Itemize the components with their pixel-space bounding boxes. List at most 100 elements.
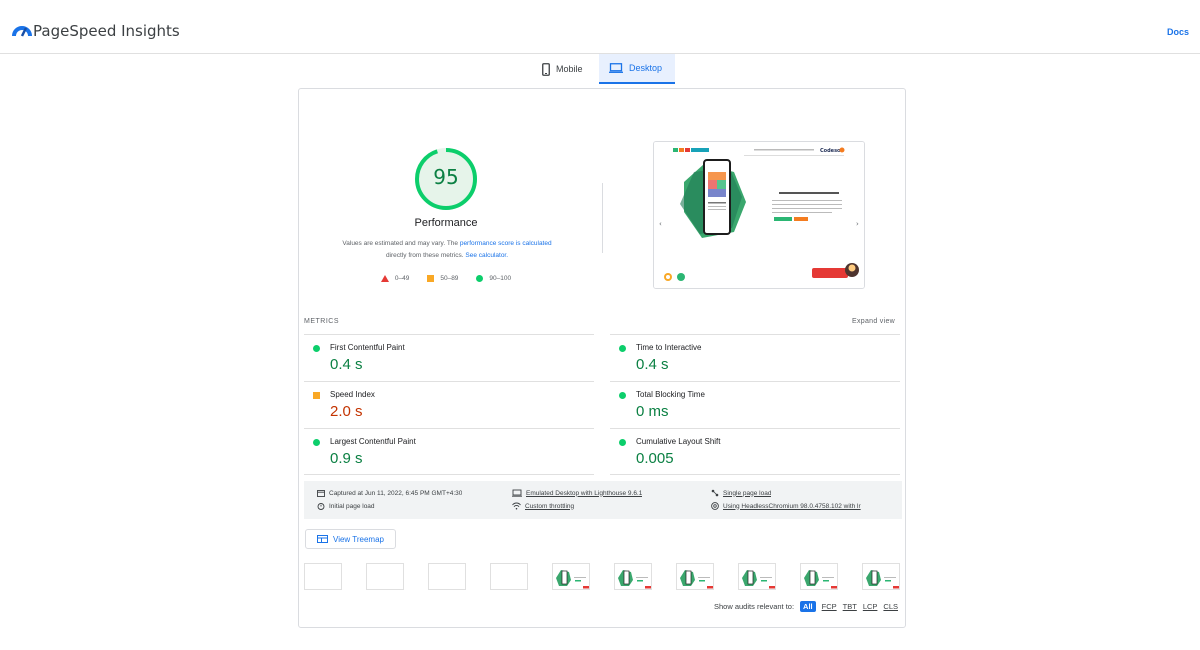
filmstrip-frame[interactable] <box>304 563 342 590</box>
divider <box>602 183 603 253</box>
emulated-device[interactable]: Emulated Desktop with Lighthouse 9.6.1 <box>512 489 642 497</box>
note-text: Values are estimated and may vary. The <box>342 240 460 247</box>
good-indicator-icon <box>619 345 626 352</box>
website-screenshot-image: Codeso ‹ › <box>654 142 864 288</box>
average-indicator-icon <box>313 392 320 399</box>
filter-lcp[interactable]: LCP <box>863 602 878 611</box>
emulated-link[interactable]: Emulated Desktop with Lighthouse 9.6.1 <box>526 490 642 497</box>
filmstrip-thumbnail <box>680 570 713 589</box>
treemap-icon <box>317 535 328 543</box>
metric-fcp[interactable]: First Contentful Paint 0.4 s <box>304 334 594 381</box>
filmstrip-frame[interactable] <box>738 563 776 590</box>
runtime-settings: Captured at Jun 11, 2022, 6:45 PM GMT+4:… <box>304 481 902 519</box>
filmstrip-thumbnail <box>866 570 899 589</box>
calendar-icon <box>317 490 325 497</box>
metric-value: 0.9 s <box>330 450 363 467</box>
filmstrip-frame[interactable] <box>366 563 404 590</box>
legend-label: 50–89 <box>440 275 459 282</box>
treemap-label: View Treemap <box>333 534 384 544</box>
filmstrip-frame[interactable] <box>428 563 466 590</box>
metric-value: 0.4 s <box>636 356 669 373</box>
metric-name: Cumulative Layout Shift <box>636 437 721 446</box>
legend-label: 0–49 <box>394 275 410 282</box>
metrics-heading: METRICS <box>304 318 339 325</box>
browser-info[interactable]: Using HeadlessChromium 98.0.4758.102 wit… <box>711 502 861 510</box>
metric-tbt[interactable]: Total Blocking Time 0 ms <box>610 381 900 428</box>
report-card: 95 Performance Values are estimated and … <box>298 88 906 628</box>
filmstrip-frame[interactable] <box>552 563 590 590</box>
pagespeed-logo-icon[interactable] <box>12 22 32 38</box>
score-calculated-link[interactable]: performance score is calculated <box>460 240 552 247</box>
triangle-icon <box>380 275 389 282</box>
docs-link[interactable]: Docs <box>1167 27 1189 37</box>
tab-mobile-label: Mobile <box>556 64 583 74</box>
metric-tti[interactable]: Time to Interactive 0.4 s <box>610 334 900 381</box>
filter-cls[interactable]: CLS <box>883 602 898 611</box>
filmstrip-thumbnail <box>804 570 837 589</box>
single-load-link[interactable]: Single page load <box>723 490 771 497</box>
score-legend: 0–49 50–89 90–100 <box>299 275 593 282</box>
metric-value: 0.4 s <box>330 356 363 373</box>
filmstrip-frame[interactable] <box>490 563 528 590</box>
laptop-icon <box>512 489 522 497</box>
tab-desktop[interactable]: Desktop <box>599 54 675 84</box>
initial-page-load: Initial page load <box>317 502 375 510</box>
performance-note: Values are estimated and may vary. The p… <box>313 238 581 262</box>
filter-all[interactable]: All <box>800 601 816 612</box>
circle-icon <box>476 275 484 282</box>
audit-filter: Show audits relevant to: All FCP TBT LCP… <box>714 601 898 612</box>
filter-tbt[interactable]: TBT <box>843 602 857 611</box>
filmstrip <box>304 563 902 591</box>
initial-load-text: Initial page load <box>329 502 375 510</box>
final-screenshot[interactable]: Codeso ‹ › <box>653 141 865 289</box>
laptop-icon <box>609 63 623 73</box>
chrome-icon <box>711 502 719 510</box>
legend-label: 90–100 <box>489 275 512 282</box>
phone-icon <box>542 62 550 76</box>
good-indicator-icon <box>619 439 626 446</box>
legend-item-poor: 0–49 <box>380 275 410 282</box>
filmstrip-frame[interactable] <box>862 563 900 590</box>
filmstrip-frame[interactable] <box>676 563 714 590</box>
legend-item-good: 90–100 <box>476 275 511 282</box>
expand-view-toggle[interactable]: Expand view <box>852 318 895 325</box>
metric-lcp[interactable]: Largest Contentful Paint 0.9 s <box>304 428 594 475</box>
metric-name: Time to Interactive <box>636 343 702 352</box>
metric-name: Total Blocking Time <box>636 390 705 399</box>
throttling-link[interactable]: Custom throttling <box>525 503 574 510</box>
tab-desktop-label: Desktop <box>629 63 663 73</box>
top-bar: PageSpeed Insights Docs <box>0 0 1200 54</box>
metric-speed-index[interactable]: Speed Index 2.0 s <box>304 381 594 428</box>
svg-text:Codeso: Codeso <box>820 148 841 154</box>
browser-link[interactable]: Using HeadlessChromium 98.0.4758.102 wit… <box>723 503 861 510</box>
network-icon <box>711 489 719 497</box>
metric-name: Speed Index <box>330 390 375 399</box>
wifi-icon <box>512 502 521 510</box>
good-indicator-icon <box>313 345 320 352</box>
metric-value: 2.0 s <box>330 403 363 420</box>
metric-name: First Contentful Paint <box>330 343 405 352</box>
filter-fcp[interactable]: FCP <box>822 602 837 611</box>
view-treemap-button[interactable]: View Treemap <box>305 529 396 549</box>
throttling[interactable]: Custom throttling <box>512 502 574 510</box>
audit-filter-label: Show audits relevant to: <box>714 602 795 611</box>
filmstrip-frame[interactable] <box>800 563 838 590</box>
filmstrip-frame[interactable] <box>614 563 652 590</box>
timer-icon <box>317 503 325 510</box>
metric-value: 0 ms <box>636 403 669 420</box>
note-text-2: directly from these metrics. <box>385 252 466 259</box>
svg-text:‹: ‹ <box>659 220 662 228</box>
filmstrip-thumbnail <box>742 570 775 589</box>
square-icon <box>427 275 435 282</box>
tab-mobile[interactable]: Mobile <box>532 54 598 84</box>
captured-text: Captured at Jun 11, 2022, 6:45 PM GMT+4:… <box>329 489 463 497</box>
metric-cls[interactable]: Cumulative Layout Shift 0.005 <box>610 428 900 475</box>
performance-title: Performance <box>414 217 478 229</box>
good-indicator-icon <box>313 439 320 446</box>
metric-value: 0.005 <box>636 450 674 467</box>
single-page-load[interactable]: Single page load <box>711 489 771 497</box>
brand-title[interactable]: PageSpeed Insights <box>33 22 180 40</box>
good-indicator-icon <box>619 392 626 399</box>
see-calculator-link[interactable]: See calculator. <box>465 252 508 259</box>
captured-at: Captured at Jun 11, 2022, 6:45 PM GMT+4:… <box>317 489 462 497</box>
